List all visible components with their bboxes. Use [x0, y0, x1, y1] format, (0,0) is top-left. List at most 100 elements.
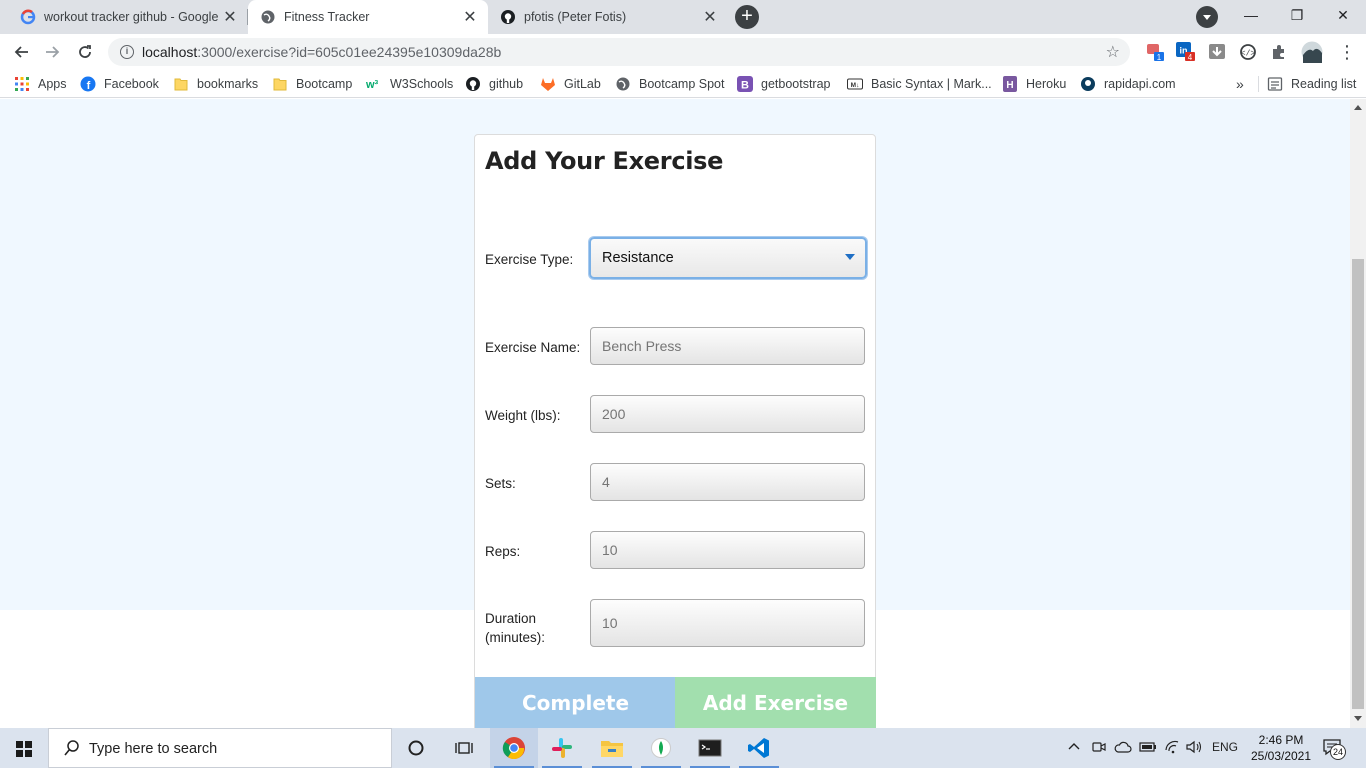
- sets-label: Sets:: [485, 476, 516, 491]
- duration-input[interactable]: 10: [590, 599, 865, 647]
- reading-list-icon: [1267, 77, 1283, 91]
- battery-icon[interactable]: [1139, 740, 1157, 757]
- exercise-name-input[interactable]: Bench Press: [590, 327, 865, 365]
- bookmark-star-icon[interactable]: ☆: [1106, 42, 1120, 62]
- windows-taskbar: Type here to search ENG 2:46 PM 25/03/20…: [0, 728, 1366, 768]
- terminal-taskbar-icon[interactable]: [686, 728, 734, 768]
- clock-date: 25/03/2021: [1250, 749, 1312, 763]
- address-bar[interactable]: i localhost:3000/exercise?id=605c01ee243…: [108, 38, 1130, 66]
- download-icon[interactable]: [1207, 42, 1227, 62]
- bookmark-apps[interactable]: Apps: [14, 76, 67, 92]
- reps-label: Reps:: [485, 544, 521, 559]
- restore-button[interactable]: ❐: [1274, 0, 1320, 30]
- reading-list-label: Reading list: [1291, 77, 1357, 91]
- bootstrap-icon: B: [737, 76, 753, 92]
- svg-text:M↓: M↓: [851, 82, 860, 89]
- bookmark-getbootstrap[interactable]: B getbootstrap: [737, 76, 831, 92]
- chevron-up-icon[interactable]: [1068, 740, 1080, 754]
- new-tab-button[interactable]: +: [735, 5, 759, 29]
- bookmark-markdown[interactable]: M↓ Basic Syntax | Mark...: [847, 76, 992, 92]
- bookmarks-bar: Apps f Facebook bookmarks Bootcamp w³ W3…: [0, 70, 1366, 98]
- page-title: Add Your Exercise: [485, 147, 724, 175]
- notification-count-badge: 24: [1330, 744, 1346, 760]
- bookmarks-overflow-button[interactable]: »: [1236, 76, 1244, 92]
- slack-taskbar-icon[interactable]: [538, 728, 586, 768]
- menu-kebab-icon[interactable]: ⋮: [1334, 39, 1360, 65]
- close-icon[interactable]: ✕: [702, 7, 718, 27]
- tab-search-button[interactable]: [1196, 6, 1218, 28]
- github-icon: [466, 77, 480, 91]
- bookmark-label: bookmarks: [197, 77, 259, 91]
- close-window-button[interactable]: ✕: [1320, 0, 1366, 30]
- arrow-right-icon: [46, 46, 60, 58]
- volume-icon[interactable]: [1186, 740, 1204, 757]
- bookmark-label: Bootcamp Spot: [639, 77, 725, 91]
- onedrive-cloud-icon[interactable]: [1114, 740, 1132, 757]
- scroll-up-arrow-icon[interactable]: [1354, 105, 1362, 110]
- taskbar-search[interactable]: Type here to search: [48, 728, 392, 768]
- page-scrollbar[interactable]: [1350, 99, 1366, 728]
- avatar[interactable]: [1301, 41, 1323, 63]
- exercise-type-label: Exercise Type:: [485, 252, 574, 267]
- weight-input[interactable]: 200: [590, 395, 865, 433]
- reading-list-button[interactable]: Reading list: [1258, 76, 1356, 92]
- minimize-button[interactable]: —: [1228, 0, 1274, 30]
- close-icon[interactable]: ✕: [222, 7, 238, 27]
- bookmark-folder-bootcamp[interactable]: Bootcamp: [272, 76, 352, 92]
- bookmark-label: GitLab: [564, 77, 601, 91]
- globe-icon: [616, 77, 630, 91]
- taskbar-clock[interactable]: 2:46 PM 25/03/2021: [1248, 732, 1314, 764]
- mongodb-taskbar-icon[interactable]: [637, 728, 685, 768]
- bookmark-gitlab[interactable]: GitLab: [540, 76, 601, 92]
- tab-title: Fitness Tracker: [284, 10, 370, 24]
- bookmark-heroku[interactable]: H Heroku: [1002, 76, 1066, 92]
- forward-button[interactable]: [40, 39, 66, 65]
- facebook-icon: f: [80, 76, 96, 92]
- bookmark-bootcamp-spot[interactable]: Bootcamp Spot: [615, 76, 724, 92]
- back-button[interactable]: [8, 39, 34, 65]
- markdown-icon: M↓: [847, 78, 863, 90]
- cortana-icon[interactable]: [392, 728, 440, 768]
- chrome-taskbar-icon[interactable]: [490, 728, 538, 768]
- puzzle-extensions-icon[interactable]: [1269, 42, 1289, 62]
- bookmark-folder-bookmarks[interactable]: bookmarks: [173, 76, 258, 92]
- scroll-down-arrow-icon[interactable]: [1354, 716, 1362, 721]
- info-icon[interactable]: i: [120, 45, 134, 59]
- vscode-taskbar-icon[interactable]: [735, 728, 783, 768]
- github-icon: [501, 10, 515, 24]
- sets-input[interactable]: 4: [590, 463, 865, 501]
- meet-now-icon[interactable]: [1092, 740, 1106, 757]
- tab-title: pfotis (Peter Fotis): [524, 10, 627, 24]
- bookmark-label: Apps: [38, 77, 67, 91]
- wifi-icon[interactable]: [1164, 740, 1180, 757]
- google-icon: [20, 9, 36, 25]
- browser-tabstrip: workout tracker github - Google ✕ Fitnes…: [0, 0, 1366, 34]
- close-icon[interactable]: ✕: [462, 7, 478, 27]
- globe-icon: [261, 10, 275, 24]
- scrollbar-thumb[interactable]: [1352, 259, 1364, 709]
- complete-button[interactable]: Complete: [475, 677, 676, 728]
- file-explorer-taskbar-icon[interactable]: [588, 728, 636, 768]
- reps-input[interactable]: 10: [590, 531, 865, 569]
- heroku-icon: H: [1003, 76, 1017, 92]
- language-indicator[interactable]: ENG: [1212, 740, 1238, 754]
- bookmark-rapidapi[interactable]: rapidapi.com: [1080, 76, 1176, 92]
- task-view-icon[interactable]: [440, 728, 488, 768]
- bookmark-facebook[interactable]: f Facebook: [80, 76, 159, 92]
- reload-button[interactable]: [72, 39, 98, 65]
- exercise-type-select[interactable]: Resistance: [589, 237, 867, 279]
- windows-start-icon[interactable]: [16, 741, 32, 757]
- tab-google-search[interactable]: workout tracker github - Google ✕: [8, 0, 248, 34]
- svg-text:</>: </>: [1241, 50, 1256, 59]
- tab-github-profile[interactable]: pfotis (Peter Fotis) ✕: [488, 0, 728, 34]
- bookmark-w3schools[interactable]: w³ W3Schools: [366, 76, 453, 92]
- bookmark-github[interactable]: github: [465, 76, 523, 92]
- tab-fitness-tracker[interactable]: Fitness Tracker ✕: [248, 0, 488, 34]
- arrow-left-icon: [14, 46, 28, 58]
- bookmark-label: Heroku: [1026, 77, 1067, 91]
- extension-1-icon[interactable]: 1: [1146, 42, 1166, 62]
- extension-circle-icon[interactable]: </>: [1238, 42, 1258, 62]
- linkedin-icon[interactable]: in 4: [1176, 42, 1196, 62]
- apps-grid-icon: [15, 77, 29, 91]
- add-exercise-button[interactable]: Add Exercise: [675, 677, 876, 728]
